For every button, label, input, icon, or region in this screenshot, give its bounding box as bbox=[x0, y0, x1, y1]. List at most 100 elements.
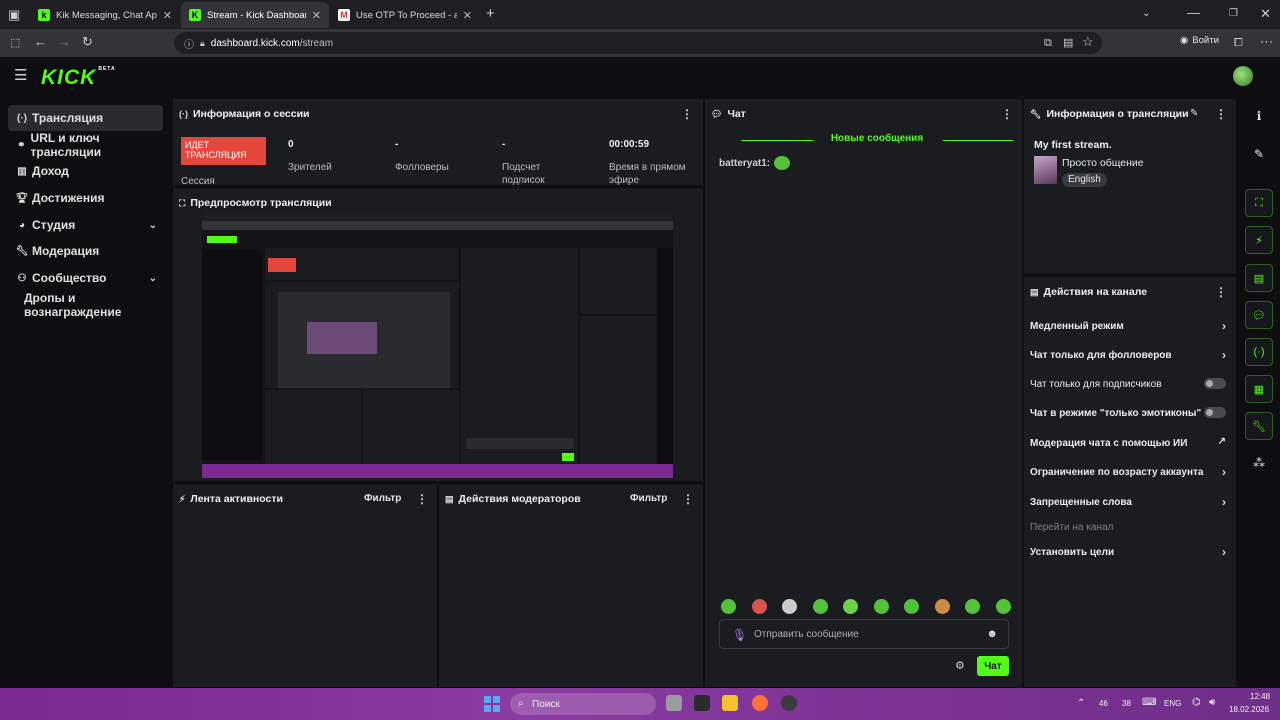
activity-filter-button[interactable]: Фильтр bbox=[364, 493, 401, 504]
emote-4-icon[interactable] bbox=[812, 599, 828, 614]
extensions-icon[interactable]: ⧠ bbox=[1234, 36, 1243, 50]
emote-9-icon[interactable] bbox=[965, 599, 981, 614]
kick-logo[interactable]: KICK BETA bbox=[41, 66, 116, 90]
volume-icon[interactable]: 🔊︎ bbox=[1209, 697, 1215, 708]
new-messages-divider: Новые сообщения bbox=[741, 133, 1013, 147]
windows-start-icon[interactable] bbox=[484, 696, 500, 712]
user-avatar[interactable] bbox=[1233, 66, 1253, 86]
rail-chat-button[interactable]: 💬︎ bbox=[1245, 301, 1273, 329]
action-label: Запрещенные слова bbox=[1030, 496, 1132, 508]
rail-broadcast-button[interactable]: (·) bbox=[1245, 338, 1273, 366]
network-icon[interactable]: ⌬ bbox=[1192, 697, 1201, 708]
rail-mod-actions-button[interactable]: ▤ bbox=[1245, 264, 1273, 292]
emote-1-icon[interactable] bbox=[721, 599, 736, 614]
tab-kik-messaging[interactable]: k Kik Messaging, Chat App, Group ✕ bbox=[30, 2, 180, 28]
chevron-down-icon[interactable]: ⌄ bbox=[149, 273, 157, 284]
rail-stream-info-button[interactable]: 🔧︎ bbox=[1245, 412, 1273, 440]
edit-pencil-icon[interactable]: ✎ bbox=[1190, 108, 1198, 119]
rail-channel-actions-button[interactable]: ▦ bbox=[1245, 375, 1273, 403]
tab-search-chevron-icon[interactable]: ⌄ bbox=[1142, 7, 1150, 21]
tab-kick-dashboard[interactable]: K Stream - Kick Dashboard ✕ bbox=[181, 2, 329, 28]
sidebar-item-url-key[interactable]: ⚭ URL и ключ трансляции bbox=[8, 131, 163, 159]
screenshot-icon[interactable]: ⧉ bbox=[1044, 36, 1052, 50]
restore-icon[interactable]: ❐ bbox=[1229, 7, 1238, 21]
url-field[interactable]: ⓘ 🔒︎ dashboard.kick.com /stream bbox=[174, 32, 1102, 54]
clock-date[interactable]: 18.02.2026 bbox=[1229, 705, 1269, 714]
emote-10-icon[interactable] bbox=[995, 599, 1011, 614]
sidebar-item-achievements[interactable]: 🏆︎ Достижения bbox=[8, 185, 163, 211]
app-h-icon[interactable] bbox=[694, 695, 710, 711]
browser-menu-icon[interactable]: ⋯ bbox=[1260, 35, 1273, 49]
emote-2-icon[interactable] bbox=[751, 599, 767, 614]
tab-actions-icon[interactable]: ▣ bbox=[8, 8, 20, 22]
sidebar-item-drops[interactable]: Дропы и вознаграждение bbox=[20, 291, 168, 319]
followers-only-row[interactable]: Чат только для фолловеров › bbox=[1030, 345, 1226, 365]
sidebar-item-revenue[interactable]: ▥ Доход bbox=[8, 158, 163, 184]
reader-icon[interactable]: ▤ bbox=[1063, 36, 1073, 50]
forward-icon[interactable]: → bbox=[58, 35, 71, 49]
emote-7-icon[interactable] bbox=[904, 599, 920, 614]
add-widget-icon[interactable]: ⁂ bbox=[1245, 449, 1273, 477]
banned-words-row[interactable]: Запрещенные слова › bbox=[1030, 492, 1226, 512]
emote-8-icon[interactable] bbox=[934, 599, 950, 614]
close-tab-icon[interactable]: ✕ bbox=[312, 9, 321, 22]
more-options-icon[interactable]: ⋮ bbox=[1215, 107, 1227, 121]
sidebar-item-moderation[interactable]: 🔧︎ Модерация bbox=[8, 238, 163, 264]
subscribers-only-toggle[interactable] bbox=[1204, 378, 1226, 389]
stream-category[interactable]: Просто общение bbox=[1062, 157, 1144, 169]
more-options-icon[interactable]: ⋮ bbox=[681, 107, 693, 121]
microphone-icon[interactable]: 🎙︎ bbox=[732, 628, 747, 642]
chat-username[interactable]: batteryat1: bbox=[719, 158, 770, 169]
close-window-icon[interactable]: ✕ bbox=[1260, 7, 1271, 21]
rail-activity-button[interactable]: ⚡︎ bbox=[1245, 226, 1273, 254]
rail-preview-button[interactable]: ⛶ bbox=[1245, 189, 1273, 217]
new-tab-icon[interactable]: + bbox=[486, 6, 495, 21]
close-tab-icon[interactable]: ✕ bbox=[163, 9, 172, 22]
emotes-only-toggle[interactable] bbox=[1204, 407, 1226, 418]
sidebar-item-community[interactable]: ⚇ Сообщество ⌄ bbox=[8, 265, 163, 291]
logo-text: KICK bbox=[41, 66, 97, 89]
more-options-icon[interactable]: ⋮ bbox=[1215, 285, 1227, 299]
keyboard-layout-icon[interactable]: ⌨ bbox=[1142, 697, 1156, 708]
more-options-icon[interactable]: ⋮ bbox=[416, 492, 428, 506]
firefox-icon[interactable] bbox=[752, 695, 768, 711]
go-to-channel-link[interactable]: Перейти на канал bbox=[1030, 517, 1226, 537]
ai-moderation-row[interactable]: Модерация чата с помощью ИИ ↗ bbox=[1030, 433, 1226, 453]
mod-actions-filter-button[interactable]: Фильтр bbox=[630, 493, 667, 504]
signin-button[interactable]: ◉ Войти bbox=[1180, 35, 1219, 46]
account-age-row[interactable]: Ограничение по возрасту аккаунта › bbox=[1030, 462, 1226, 482]
chat-settings-icon[interactable]: ⚙︎ bbox=[955, 659, 965, 672]
clock-time[interactable]: 12:48 bbox=[1250, 692, 1270, 701]
sidebar-toggle-icon[interactable]: ⬚ bbox=[10, 36, 20, 50]
emoji-picker-icon[interactable]: ☻ bbox=[986, 628, 998, 640]
file-explorer-icon[interactable] bbox=[722, 695, 738, 711]
close-tab-icon[interactable]: ✕ bbox=[463, 9, 472, 22]
reload-icon[interactable]: ↻ bbox=[82, 35, 93, 49]
minimize-icon[interactable]: — bbox=[1187, 6, 1200, 20]
back-icon[interactable]: ← bbox=[34, 35, 47, 49]
set-goals-row[interactable]: Установить цели › bbox=[1030, 542, 1226, 562]
app-settings-icon[interactable] bbox=[781, 695, 797, 711]
more-options-icon[interactable]: ⋮ bbox=[1001, 107, 1013, 121]
more-options-icon[interactable]: ⋮ bbox=[682, 492, 694, 506]
emote-6-icon[interactable] bbox=[873, 599, 889, 614]
info-icon[interactable]: ℹ bbox=[1245, 102, 1273, 130]
slow-mode-row[interactable]: Медленный режим › bbox=[1030, 316, 1226, 336]
taskbar-search[interactable]: ⌕ Поиск bbox=[510, 693, 656, 715]
bookmark-star-icon[interactable]: ☆ bbox=[1082, 35, 1094, 49]
stream-preview-video[interactable] bbox=[202, 212, 673, 478]
edit-icon[interactable]: ✎ bbox=[1245, 140, 1273, 168]
site-info-icon[interactable]: ⓘ bbox=[184, 36, 194, 51]
chat-message-input[interactable]: 🎙︎ Отправить сообщение ☻ bbox=[719, 619, 1009, 649]
taskview-icon[interactable] bbox=[666, 695, 682, 711]
sidebar-item-stream[interactable]: (·) Трансляция bbox=[8, 105, 163, 131]
hamburger-menu-icon[interactable]: ☰ bbox=[14, 68, 27, 83]
tray-chevron-icon[interactable]: ⌃ bbox=[1077, 698, 1085, 709]
input-language[interactable]: ENG bbox=[1164, 699, 1181, 708]
tab-otp[interactable]: M Use OTP To Proceed - arcr783( ✕ bbox=[330, 2, 480, 28]
emote-5-icon[interactable] bbox=[843, 599, 859, 614]
chat-send-button[interactable]: Чат bbox=[977, 656, 1009, 676]
sidebar-item-studio[interactable]: ◕ Студия ⌄ bbox=[8, 212, 163, 238]
chevron-down-icon[interactable]: ⌄ bbox=[149, 220, 157, 231]
emote-3-icon[interactable] bbox=[782, 599, 798, 614]
